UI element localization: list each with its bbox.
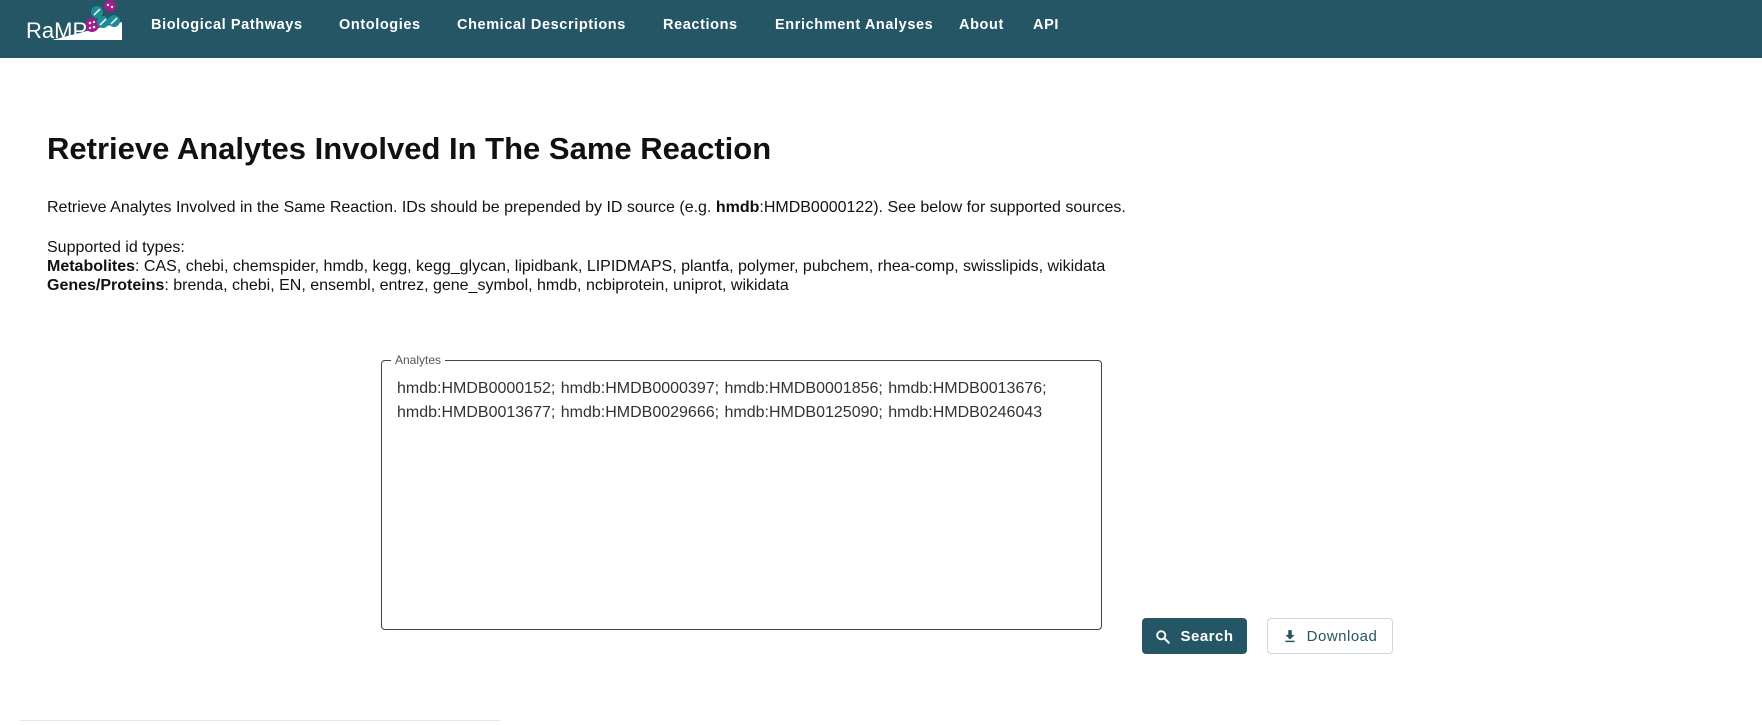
analytes-input[interactable]: Analytes hmdb:HMDB0000152; hmdb:HMDB0000… <box>381 353 1102 630</box>
download-icon <box>1284 630 1295 643</box>
search-button[interactable]: Search <box>1142 618 1247 654</box>
nav-chemical-descriptions[interactable]: Chemical Descriptions <box>457 17 626 33</box>
supported-id-heading: Supported id types: <box>47 239 185 256</box>
genes-proteins-id-types: Genes/Proteins: brenda, chebi, EN, ensem… <box>47 276 1105 295</box>
genes-proteins-values: : brenda, chebi, EN, ensembl, entrez, ge… <box>164 277 789 294</box>
download-button[interactable]: Download <box>1267 618 1393 654</box>
download-button-label: Download <box>1306 627 1378 645</box>
metabolites-label: Metabolites <box>47 258 136 275</box>
logo-text: RaMP <box>26 18 88 43</box>
search-icon <box>1156 629 1171 644</box>
genes-proteins-label: Genes/Proteins <box>47 277 165 294</box>
analytes-input-value[interactable]: hmdb:HMDB0000152; hmdb:HMDB0000397; hmdb… <box>397 377 1087 425</box>
nav-reactions[interactable]: Reactions <box>663 17 738 33</box>
nav-about[interactable]: About <box>959 17 1004 33</box>
description-text-end: :HMDB0000122). See below for supported s… <box>759 199 1126 216</box>
analytes-input-label: Analytes <box>391 353 446 367</box>
top-nav-bar: RaMP Biological Pathways Ontologies Chem… <box>0 0 1762 58</box>
metabolites-id-types: Metabolites: CAS, chebi, chemspider, hmd… <box>47 257 1105 276</box>
nav-ontologies[interactable]: Ontologies <box>339 17 421 33</box>
divider <box>20 720 500 721</box>
supported-id-types: Supported id types: Metabolites: CAS, ch… <box>47 238 1105 295</box>
description-text-start: Retrieve Analytes Involved in the Same R… <box>47 199 716 216</box>
nav-biological-pathways[interactable]: Biological Pathways <box>151 17 303 33</box>
metabolites-values: : CAS, chebi, chemspider, hmdb, kegg, ke… <box>135 258 1106 275</box>
page-description: Retrieve Analytes Involved in the Same R… <box>47 199 1126 217</box>
nav-api[interactable]: API <box>1033 17 1059 33</box>
nav-enrichment-analyses[interactable]: Enrichment Analyses <box>775 17 933 33</box>
page-title: Retrieve Analytes Involved In The Same R… <box>47 131 772 166</box>
ramp-logo[interactable]: RaMP <box>24 0 124 44</box>
search-button-label: Search <box>1180 627 1234 645</box>
description-example-source: hmdb <box>715 199 760 216</box>
